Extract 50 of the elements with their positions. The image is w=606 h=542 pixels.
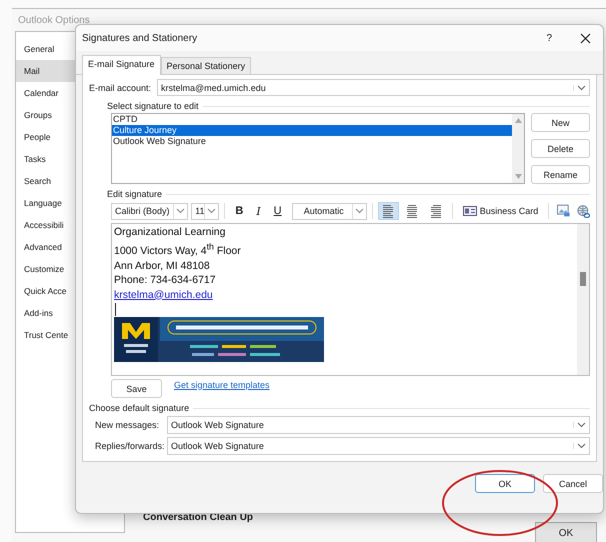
templates-link[interactable]: Get signature templates (174, 380, 270, 390)
align-left-icon[interactable] (382, 204, 394, 218)
account-label: E-mail account: (89, 82, 152, 92)
tab[interactable]: E-mail Signature (82, 55, 161, 75)
bold-button[interactable]: B (230, 202, 248, 220)
chevron-down-icon[interactable] (354, 208, 364, 214)
field-label: New messages: (95, 420, 160, 430)
align-right-icon[interactable] (430, 204, 442, 218)
group-heading: Choose default signature (89, 403, 190, 413)
signature-action-button[interactable]: New (531, 113, 590, 132)
signature-editor[interactable]: Organizational Learning 1000 Victors Way, 4$^{th}$ Floor Ann Arbor, MI 48108 Phone: 734-634-6717 krstelma@umich.edu (111, 223, 590, 376)
chevron-down-icon[interactable] (207, 208, 216, 214)
signature-item[interactable]: Culture Journey (112, 125, 512, 136)
group-heading: Select signature to edit (107, 101, 199, 111)
align-center-icon[interactable] (406, 204, 418, 218)
tab[interactable]: Personal Stationery (160, 57, 252, 74)
insert-picture-icon[interactable] (557, 204, 571, 218)
signature-dropdown[interactable]: Outlook Web Signature (167, 437, 590, 455)
chevron-down-icon[interactable] (176, 208, 186, 214)
signature-action-button[interactable]: Delete (531, 139, 590, 158)
signature-text: Organizational Learning (114, 226, 226, 238)
account-dropdown[interactable]: krstelma@med.umich.edu (157, 79, 590, 96)
signature-text: Phone: 734-634-6717 (114, 274, 216, 286)
ok-button[interactable]: OK (475, 474, 535, 493)
ok-button[interactable]: OK (535, 522, 597, 542)
cancel-button[interactable]: Cancel (543, 474, 603, 493)
dialog-title: Signatures and Stationery (82, 32, 198, 44)
signature-item[interactable]: Outlook Web Signature (112, 136, 512, 147)
close-icon[interactable] (580, 32, 591, 44)
globe-link-icon[interactable] (576, 204, 590, 218)
email-link[interactable]: krstelma@umich.edu (114, 288, 213, 300)
business-card-icon[interactable] (462, 206, 477, 216)
text-cursor (115, 303, 116, 316)
help-button[interactable]: ? (544, 32, 554, 44)
font-dropdown[interactable]: Calibri (Body) (111, 202, 188, 220)
window-title: Outlook Options (17, 14, 91, 28)
save-button[interactable]: Save (111, 379, 162, 398)
signature-dropdown[interactable]: Outlook Web Signature (167, 416, 590, 434)
group-heading: Edit signature (107, 189, 162, 199)
signature-item[interactable]: CPTD (112, 114, 512, 125)
align-left-button[interactable] (378, 202, 399, 220)
signature-action-button[interactable]: Rename (531, 165, 590, 184)
signature-text: Ann Arbor, MI 48108 (114, 260, 210, 272)
color-dropdown[interactable]: Automatic (292, 202, 367, 220)
italic-button[interactable]: I (251, 202, 266, 220)
signature-text: 1000 Victors Way, 4$^{th}$ Floor (114, 245, 241, 257)
scrollbar[interactable] (577, 224, 589, 375)
business-card-button[interactable]: Business Card (458, 202, 544, 220)
underline-button[interactable]: U (268, 202, 287, 220)
font-size-dropdown[interactable]: 11 (191, 202, 220, 220)
